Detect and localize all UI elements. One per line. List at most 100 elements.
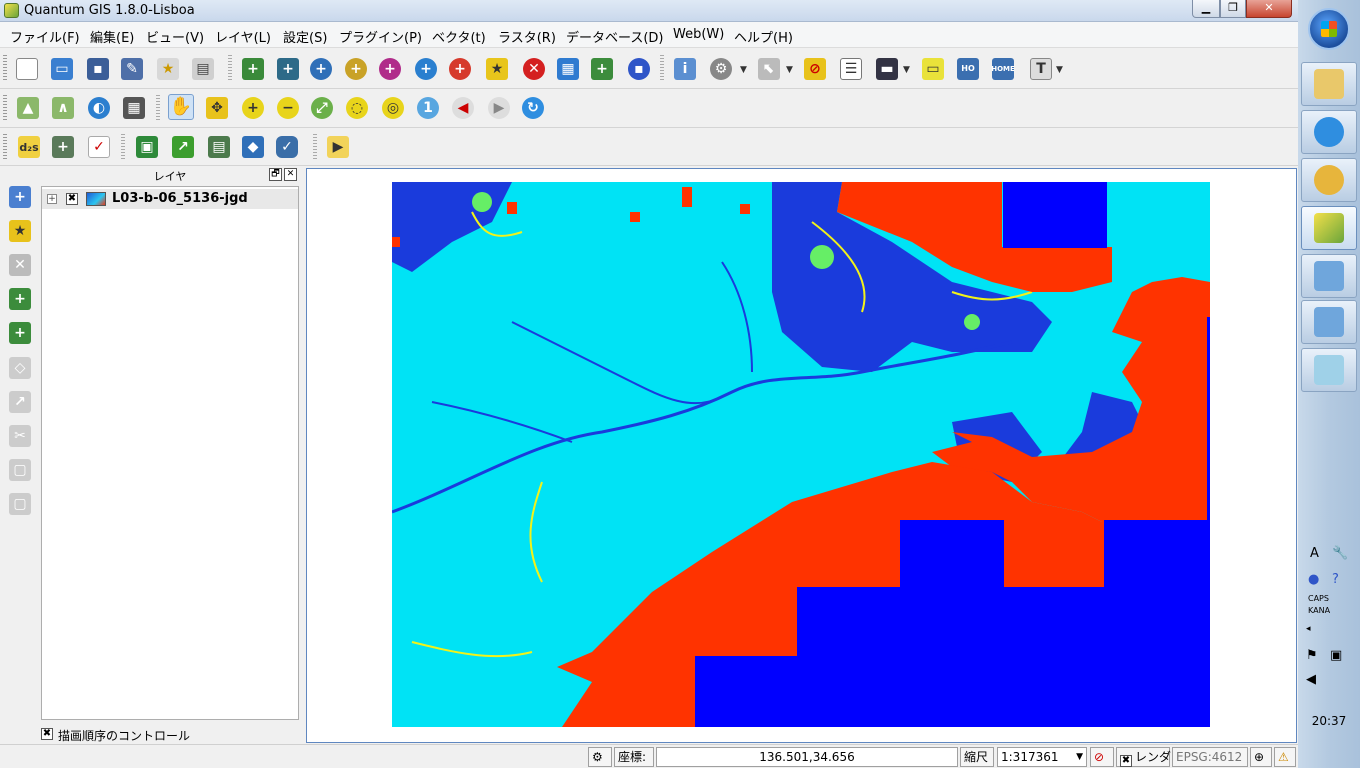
grass-tools-icon[interactable]: ↗ — [170, 134, 196, 160]
new-layer-icon[interactable]: ★ — [7, 218, 33, 244]
zoom-actual-icon[interactable]: 1 — [415, 95, 441, 121]
move-icon[interactable]: ↗ — [7, 389, 33, 415]
add-wfs-layer-icon[interactable]: ★ — [484, 56, 510, 82]
menu-settings[interactable]: 設定(S) — [283, 27, 327, 46]
add-mssql-layer-icon[interactable]: + — [377, 56, 403, 82]
raster-map[interactable] — [392, 182, 1210, 727]
database-icon[interactable]: ✓ — [274, 134, 300, 160]
toolbar-grip[interactable] — [3, 55, 7, 81]
layer-visibility-checkbox[interactable]: ✖ — [66, 193, 78, 205]
grass-region-icon[interactable]: ◆ — [240, 134, 266, 160]
taskbar-ie[interactable] — [1301, 110, 1357, 154]
remove-layer-icon[interactable]: ✕ — [521, 56, 547, 82]
layer-name[interactable]: L03-b-06_5136-jgd — [112, 191, 248, 206]
zoom-selection-icon[interactable]: ◌ — [344, 95, 370, 121]
zoom-layer-icon[interactable]: ◎ — [380, 95, 406, 121]
close-button[interactable]: ✕ — [1246, 0, 1292, 18]
menu-help[interactable]: ヘルプ(H) — [734, 27, 793, 46]
panel-float-button[interactable]: 🗗 — [269, 168, 282, 181]
print-composer-icon[interactable]: ★ — [155, 56, 181, 82]
python-console-icon[interactable]: ▶ — [325, 134, 351, 160]
menu-plugins[interactable]: プラグイン(P) — [339, 27, 422, 46]
open-project-icon[interactable]: ▭ — [49, 56, 75, 82]
start-button[interactable] — [1308, 8, 1350, 50]
print-icon[interactable]: ▤ — [190, 56, 216, 82]
menu-web[interactable]: Web(W) — [673, 27, 724, 42]
expand-icon[interactable]: + — [47, 194, 57, 204]
render-checkbox[interactable]: ✖ — [1120, 755, 1132, 767]
pan-icon[interactable]: ✋ — [168, 94, 194, 120]
globe-icon[interactable]: ◐ — [86, 95, 112, 121]
georeferencer-icon[interactable]: ✓ — [86, 134, 112, 160]
new-project-icon[interactable] — [14, 56, 40, 82]
draw-order-checkbox[interactable]: ✖ — [41, 728, 53, 740]
add-wcs-layer-icon[interactable]: + — [447, 56, 473, 82]
oracle-georaster-icon[interactable]: ▪ — [626, 56, 652, 82]
map-canvas[interactable] — [306, 168, 1297, 743]
deselect-icon[interactable]: ⊘ — [802, 56, 828, 82]
annotation-icon[interactable]: ▭ — [920, 56, 946, 82]
render-toggle[interactable]: ✖ レンダ — [1116, 747, 1171, 767]
save-as-icon[interactable]: ✎ — [119, 56, 145, 82]
minimize-button[interactable]: ▁ — [1192, 0, 1220, 18]
layer-item[interactable]: + ✖ L03-b-06_5136-jgd — [42, 189, 298, 209]
raster-histogram-icon[interactable]: ▲ — [15, 95, 41, 121]
toolbar-grip[interactable] — [3, 134, 7, 160]
grass-mapset-icon[interactable]: ▤ — [206, 134, 232, 160]
action-icon[interactable]: ⚙ — [708, 56, 734, 82]
add-vector-layer-icon[interactable]: + — [240, 56, 266, 82]
toolbar-grip[interactable] — [3, 95, 7, 121]
plugin-add-icon[interactable]: + — [50, 134, 76, 160]
refresh-icon[interactable]: ↻ — [520, 95, 546, 121]
taskbar-qgis[interactable] — [1301, 206, 1357, 250]
grass-open-icon[interactable]: ▣ — [134, 134, 160, 160]
select-icon[interactable]: ⬉ — [756, 56, 782, 82]
pixel-info-icon[interactable]: ▦ — [121, 95, 147, 121]
volume-icon[interactable]: ◀ — [1306, 672, 1316, 687]
measure-icon[interactable]: ▬ — [874, 56, 900, 82]
merge-icon[interactable]: ▢ — [7, 457, 33, 483]
taskbar-photo-1[interactable] — [1301, 254, 1357, 298]
network-icon[interactable]: ▣ — [1330, 648, 1342, 663]
save-project-icon[interactable]: ▪ — [85, 56, 111, 82]
add-raster-layer-icon[interactable]: + — [275, 56, 301, 82]
add-delimited-text-icon[interactable]: + — [589, 56, 615, 82]
taskbar-notes[interactable] — [1301, 348, 1357, 392]
edit-icon[interactable]: + — [7, 320, 33, 346]
clock[interactable]: 20:37 — [1298, 714, 1360, 728]
attribute-table-icon[interactable]: ☰ — [838, 56, 864, 82]
panel-close-button[interactable]: ✕ — [284, 168, 297, 181]
menu-raster[interactable]: ラスタ(R) — [498, 27, 556, 46]
ime-icon[interactable]: A — [1310, 546, 1319, 561]
menu-edit[interactable]: 編集(E) — [90, 27, 134, 46]
zoom-in-icon[interactable]: + — [240, 95, 266, 121]
ime-mode-icon[interactable]: ● — [1308, 572, 1319, 587]
identify-icon[interactable]: i — [672, 56, 698, 82]
remove-icon[interactable]: ✕ — [7, 252, 33, 278]
zoom-out-icon[interactable]: − — [275, 95, 301, 121]
epsg-button[interactable]: EPSG:4612 — [1172, 747, 1248, 767]
new-shapefile-icon[interactable]: ▦ — [555, 56, 581, 82]
taskbar-paint[interactable] — [1301, 158, 1357, 202]
help-icon[interactable]: ? — [1332, 572, 1339, 587]
add-feature-icon[interactable]: + — [7, 286, 33, 312]
split-icon[interactable]: ✂ — [7, 423, 33, 449]
menu-database[interactable]: データベース(D) — [566, 27, 664, 46]
home-icon[interactable]: HOME — [990, 56, 1016, 82]
text-annotation-icon[interactable]: T — [1028, 56, 1054, 82]
taskbar-explorer[interactable] — [1301, 62, 1357, 106]
add-postgis-layer-icon[interactable]: + — [308, 56, 334, 82]
reshape-icon[interactable]: ▢ — [7, 491, 33, 517]
zoom-last-icon[interactable]: ◀ — [450, 95, 476, 121]
projection-icon[interactable]: ⊕ — [1250, 747, 1272, 767]
node-tool-icon[interactable]: ◇ — [7, 355, 33, 381]
warning-icon[interactable]: ⚠ — [1274, 747, 1296, 767]
zoom-full-icon[interactable]: ⤢ — [309, 95, 335, 121]
stop-render-icon[interactable]: ⊘ — [1090, 747, 1114, 767]
maximize-button[interactable]: ❐ — [1220, 0, 1246, 18]
coord-value[interactable]: 136.501,34.656 — [656, 747, 958, 767]
menu-vector[interactable]: ベクタ(t) — [432, 27, 486, 46]
pan-to-selection-icon[interactable]: ✥ — [204, 95, 230, 121]
show-hidden-icon[interactable]: ◂ — [1306, 624, 1311, 634]
toggle-extents-icon[interactable]: ⚙ — [588, 747, 612, 767]
